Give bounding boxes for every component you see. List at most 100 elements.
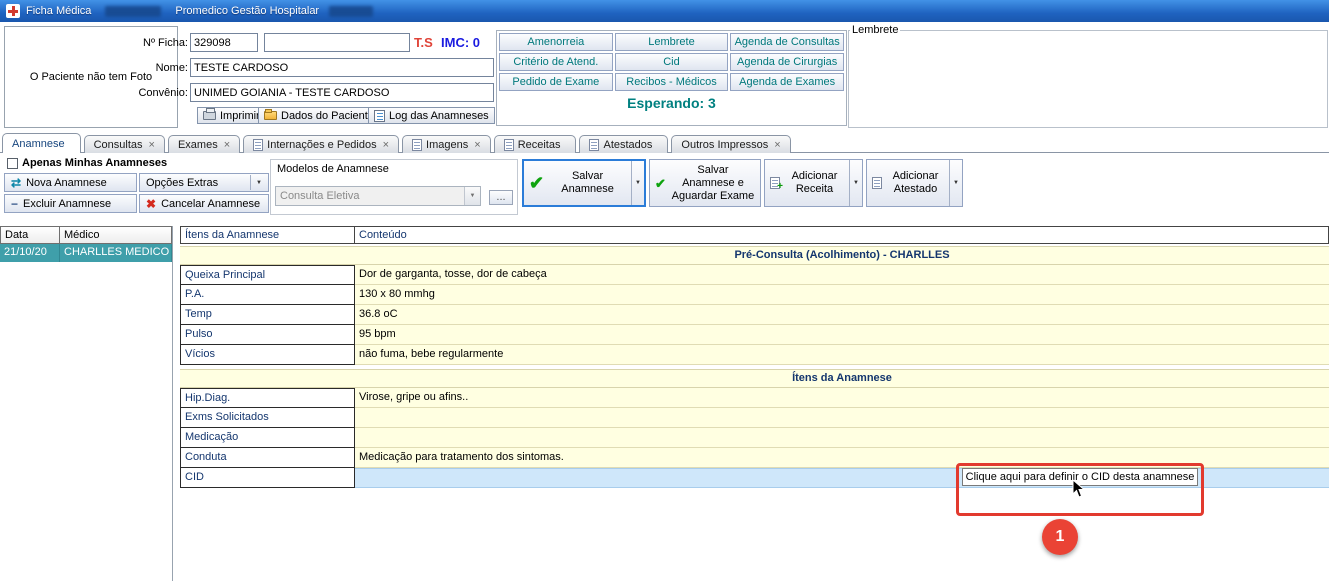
tab-close-icon[interactable]: × xyxy=(149,139,155,151)
item-content[interactable]: 36.8 oC xyxy=(355,305,1329,325)
table-row: Vícios não fuma, bebe regularmente xyxy=(180,345,1329,365)
pedido-de-exame-button[interactable]: Pedido de Exame xyxy=(499,73,613,91)
nova-anamnese-button[interactable]: ⇄ Nova Anamnese xyxy=(4,173,137,192)
tab-close-icon[interactable]: × xyxy=(383,139,389,151)
item-content[interactable]: 130 x 80 mmhg xyxy=(355,285,1329,305)
salvar-e-aguardar-exame-button[interactable]: ✔ Salvar Anamnese e Aguardar Exame xyxy=(649,159,761,207)
tab-consultas[interactable]: Consultas × xyxy=(84,135,165,153)
item-label: Pulso xyxy=(180,325,355,345)
tab-atestados[interactable]: Atestados xyxy=(579,135,668,153)
convenio-input[interactable] xyxy=(190,83,494,102)
certificate-icon xyxy=(872,177,882,189)
tab-imagens[interactable]: Imagens × xyxy=(402,135,491,153)
dados-do-paciente-button[interactable]: Dados do Paciente xyxy=(258,107,380,124)
table-row: Queixa Principal Dor de garganta, tosse,… xyxy=(180,265,1329,285)
salvar-dropdown-arrow[interactable]: ▼ xyxy=(631,161,644,205)
item-content[interactable]: não fuma, bebe regularmente xyxy=(355,345,1329,365)
section-title: Pré-Consulta (Acolhimento) - CHARLLES xyxy=(355,247,1329,264)
adicionar-receita-label: Adicionar Receita xyxy=(785,170,844,196)
amenorreia-button[interactable]: Amenorreia xyxy=(499,33,613,51)
item-label: CID xyxy=(180,468,355,488)
item-content[interactable]: Dor de garganta, tosse, dor de cabeça xyxy=(355,265,1329,285)
tab-anamnese[interactable]: Anamnese xyxy=(2,133,81,153)
table-row: Exms Solicitados xyxy=(180,408,1329,428)
log-icon xyxy=(374,110,385,122)
log-das-anamneses-button[interactable]: Log das Anamneses xyxy=(368,107,495,124)
agenda-de-exames-button[interactable]: Agenda de Exames xyxy=(730,73,844,91)
adicionar-receita-button[interactable]: Adicionar Receita ▼ xyxy=(764,159,863,207)
cancelar-anamnese-label: Cancelar Anamnese xyxy=(161,198,260,210)
itens-column-header[interactable]: Ítens da Anamnese xyxy=(180,226,355,244)
nome-input[interactable] xyxy=(190,58,494,77)
tab-label: Consultas xyxy=(94,139,143,151)
nova-anamnese-label: Nova Anamnese xyxy=(26,177,107,189)
ficha-extra-input[interactable] xyxy=(264,33,410,52)
agenda-de-consultas-button[interactable]: Agenda de Consultas xyxy=(730,33,844,51)
app-icon xyxy=(6,4,20,18)
dados-label: Dados do Paciente xyxy=(281,110,374,122)
section-header-pre-consulta: Pré-Consulta (Acolhimento) - CHARLLES xyxy=(180,246,1329,265)
prescription-icon xyxy=(504,139,514,151)
mouse-cursor-icon xyxy=(1072,479,1086,499)
item-content[interactable]: 95 bpm xyxy=(355,325,1329,345)
application-window: Ficha Médica Promedico Gestão Hospitalar… xyxy=(0,0,1329,581)
adicionar-atestado-button[interactable]: Adicionar Atestado ▼ xyxy=(866,159,963,207)
cancelar-anamnese-button[interactable]: ✖ Cancelar Anamnese xyxy=(139,194,269,213)
receita-dropdown-arrow[interactable]: ▼ xyxy=(849,160,862,206)
item-label: Vícios xyxy=(180,345,355,365)
tab-close-icon[interactable]: × xyxy=(474,139,480,151)
item-label: Queixa Principal xyxy=(180,265,355,285)
lembrete-button[interactable]: Lembrete xyxy=(615,33,729,51)
tab-internacoes-e-pedidos[interactable]: Internações e Pedidos × xyxy=(243,135,399,153)
opcoes-extras-button[interactable]: Opções Extras ▼ xyxy=(139,173,269,192)
item-content[interactable]: Virose, gripe ou afins.. xyxy=(355,388,1329,408)
tab-label: Atestados xyxy=(603,139,652,151)
item-label: Temp xyxy=(180,305,355,325)
combo-arrow-icon: ▼ xyxy=(464,187,480,205)
tab-receitas[interactable]: Receitas xyxy=(494,135,577,153)
lembrete-panel xyxy=(848,30,1328,128)
recibos-medicos-button[interactable]: Recibos - Médicos xyxy=(615,73,729,91)
tab-exames[interactable]: Exames × xyxy=(168,135,240,153)
anamnese-list-row-selected[interactable]: 21/10/20 CHARLLES MEDICO xyxy=(0,244,172,262)
tab-label: Outros Impressos xyxy=(681,139,768,151)
modelos-combobox[interactable]: Consulta Eletiva ▼ xyxy=(275,186,481,206)
modelos-label: Modelos de Anamnese xyxy=(277,163,389,175)
check-icon: ✔ xyxy=(655,177,666,190)
tab-close-icon[interactable]: × xyxy=(224,139,230,151)
cancel-x-icon: ✖ xyxy=(146,198,156,210)
tab-outros-impressos[interactable]: Outros Impressos × xyxy=(671,135,790,153)
log-label: Log das Anamneses xyxy=(389,110,489,122)
check-icon: ✔ xyxy=(529,174,544,192)
cid-button[interactable]: Cid xyxy=(615,53,729,71)
minus-icon: − xyxy=(11,198,18,210)
tab-close-icon[interactable]: × xyxy=(774,139,780,151)
row-date: 21/10/20 xyxy=(0,244,60,262)
adicionar-atestado-label: Adicionar Atestado xyxy=(887,170,944,196)
agenda-de-cirurgias-button[interactable]: Agenda de Cirurgias xyxy=(730,53,844,71)
table-row: P.A. 130 x 80 mmhg xyxy=(180,285,1329,305)
item-content[interactable] xyxy=(355,428,1329,448)
apenas-minhas-label: Apenas Minhas Anamneses xyxy=(22,157,167,169)
imprimir-button[interactable]: Imprimir xyxy=(197,107,266,124)
modelos-more-button[interactable]: ... xyxy=(489,190,513,205)
redacted-text xyxy=(329,6,373,17)
tab-label: Internações e Pedidos xyxy=(267,139,376,151)
salvar-anamnese-label: Salvar Anamnese xyxy=(549,170,626,196)
salvar-aguardar-label: Salvar Anamnese e Aguardar Exame xyxy=(671,164,755,203)
salvar-anamnese-button[interactable]: ✔ Salvar Anamnese ▼ xyxy=(522,159,646,207)
image-icon xyxy=(412,139,422,151)
criterio-de-atend-button[interactable]: Critério de Atend. xyxy=(499,53,613,71)
ts-label: T.S xyxy=(414,35,433,50)
apenas-minhas-checkbox[interactable] xyxy=(7,158,18,169)
imc-label: IMC: 0 xyxy=(441,35,480,50)
ficha-input[interactable] xyxy=(190,33,258,52)
data-column-header[interactable]: Data xyxy=(0,226,60,244)
section-title: Ítens da Anamnese xyxy=(355,370,1329,387)
excluir-anamnese-button[interactable]: − Excluir Anamnese xyxy=(4,194,137,213)
conteudo-column-header[interactable]: Conteúdo xyxy=(355,226,1329,244)
medico-column-header[interactable]: Médico xyxy=(60,226,172,244)
item-label: Medicação xyxy=(180,428,355,448)
atestado-dropdown-arrow[interactable]: ▼ xyxy=(949,160,962,206)
item-content[interactable] xyxy=(355,408,1329,428)
